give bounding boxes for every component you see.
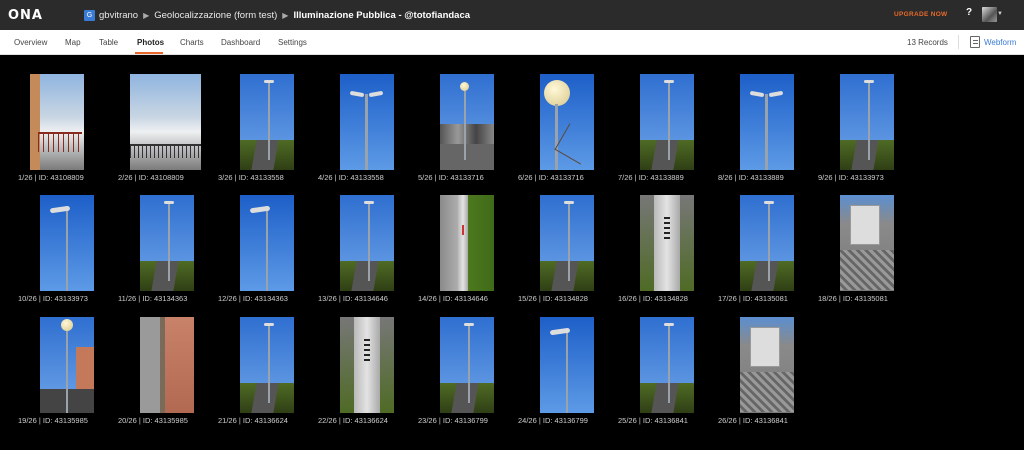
webform-link[interactable]: Webform	[984, 38, 1016, 47]
active-tab-indicator	[135, 52, 163, 54]
photo-thumbnail[interactable]	[740, 74, 794, 170]
photo-caption: 2/26 | ID: 43108809	[118, 173, 184, 182]
divider	[958, 35, 959, 49]
photo-caption: 24/26 | ID: 43136799	[518, 416, 588, 425]
tab-photos[interactable]: Photos	[137, 38, 164, 47]
photo-thumbnail[interactable]	[540, 74, 594, 170]
photo-caption: 19/26 | ID: 43135985	[18, 416, 88, 425]
photo-thumbnail[interactable]	[540, 195, 594, 291]
chevron-down-icon[interactable]: ▼	[997, 11, 1003, 17]
photo-thumbnail[interactable]	[640, 74, 694, 170]
upgrade-now-link[interactable]: UPGRADE NOW	[894, 11, 948, 18]
photo-caption: 10/26 | ID: 43133973	[18, 294, 88, 303]
photo-caption: 14/26 | ID: 43134646	[418, 294, 488, 303]
photo-thumbnail[interactable]	[240, 317, 294, 413]
tab-settings[interactable]: Settings	[278, 38, 307, 47]
breadcrumb-project[interactable]: Geolocalizzazione (form test)	[154, 10, 277, 21]
photo-caption: 4/26 | ID: 43133558	[318, 173, 384, 182]
photo-caption: 16/26 | ID: 43134828	[618, 294, 688, 303]
tab-charts[interactable]: Charts	[180, 38, 204, 47]
tab-table[interactable]: Table	[99, 38, 118, 47]
photo-caption: 25/26 | ID: 43136841	[618, 416, 688, 425]
photo-thumbnail[interactable]	[640, 195, 694, 291]
photo-caption: 18/26 | ID: 43135081	[818, 294, 888, 303]
photo-caption: 7/26 | ID: 43133889	[618, 173, 684, 182]
photo-caption: 15/26 | ID: 43134828	[518, 294, 588, 303]
photo-caption: 21/26 | ID: 43136624	[218, 416, 288, 425]
photo-caption: 23/26 | ID: 43136799	[418, 416, 488, 425]
photo-thumbnail[interactable]	[40, 195, 94, 291]
photo-thumbnail[interactable]	[440, 317, 494, 413]
photo-caption: 5/26 | ID: 43133716	[418, 173, 484, 182]
photo-caption: 20/26 | ID: 43135985	[118, 416, 188, 425]
photo-thumbnail[interactable]	[840, 195, 894, 291]
photo-caption: 1/26 | ID: 43108809	[18, 173, 84, 182]
user-avatar[interactable]	[982, 7, 997, 22]
help-icon[interactable]: ?	[966, 7, 972, 18]
photo-thumbnail[interactable]	[140, 317, 194, 413]
photo-thumbnail[interactable]	[540, 317, 594, 413]
photo-thumbnail[interactable]	[240, 195, 294, 291]
top-navbar: ONA G gbvitrano ▶ Geolocalizzazione (for…	[0, 0, 1024, 30]
photo-thumbnail[interactable]	[140, 195, 194, 291]
tab-map[interactable]: Map	[65, 38, 81, 47]
photo-caption: 6/26 | ID: 43133716	[518, 173, 584, 182]
webform-icon[interactable]	[970, 36, 980, 48]
photo-thumbnail[interactable]	[340, 74, 394, 170]
photo-caption: 22/26 | ID: 43136624	[318, 416, 388, 425]
photo-caption: 8/26 | ID: 43133889	[718, 173, 784, 182]
photo-gallery: 1/26 | ID: 43108809 2/26 | ID: 43108809 3/…	[0, 55, 1024, 450]
breadcrumb-separator-icon: ▶	[282, 10, 289, 20]
photo-thumbnail[interactable]	[740, 195, 794, 291]
form-tabs: Overview Map Table Photos Charts Dashboa…	[0, 30, 1024, 55]
photo-thumbnail[interactable]	[130, 74, 201, 170]
photo-caption: 9/26 | ID: 43133973	[818, 173, 884, 182]
breadcrumb: G gbvitrano ▶ Geolocalizzazione (form te…	[84, 0, 470, 30]
breadcrumb-form: Illuminazione Pubblica - @totofiandaca	[293, 9, 471, 21]
tab-overview[interactable]: Overview	[14, 38, 47, 47]
photo-thumbnail[interactable]	[440, 74, 494, 170]
photo-caption: 13/26 | ID: 43134646	[318, 294, 388, 303]
org-avatar-icon: G	[84, 9, 95, 21]
photo-thumbnail[interactable]	[240, 74, 294, 170]
photo-thumbnail[interactable]	[340, 195, 394, 291]
photo-caption: 11/26 | ID: 43134363	[118, 294, 188, 303]
photo-caption: 12/26 | ID: 43134363	[218, 294, 288, 303]
ona-logo[interactable]: ONA	[8, 8, 43, 23]
photo-thumbnail[interactable]	[840, 74, 894, 170]
photo-caption: 17/26 | ID: 43135081	[718, 294, 788, 303]
photo-thumbnail[interactable]	[740, 317, 794, 413]
photo-thumbnail[interactable]	[30, 74, 84, 170]
photo-thumbnail[interactable]	[40, 317, 94, 413]
tab-dashboard[interactable]: Dashboard	[221, 38, 260, 47]
photo-thumbnail[interactable]	[440, 195, 494, 291]
photo-caption: 3/26 | ID: 43133558	[218, 173, 284, 182]
breadcrumb-separator-icon: ▶	[143, 10, 150, 20]
photo-caption: 26/26 | ID: 43136841	[718, 416, 788, 425]
photo-thumbnail[interactable]	[340, 317, 394, 413]
records-count: 13 Records	[907, 38, 948, 47]
breadcrumb-user[interactable]: gbvitrano	[99, 10, 138, 21]
photo-thumbnail[interactable]	[640, 317, 694, 413]
